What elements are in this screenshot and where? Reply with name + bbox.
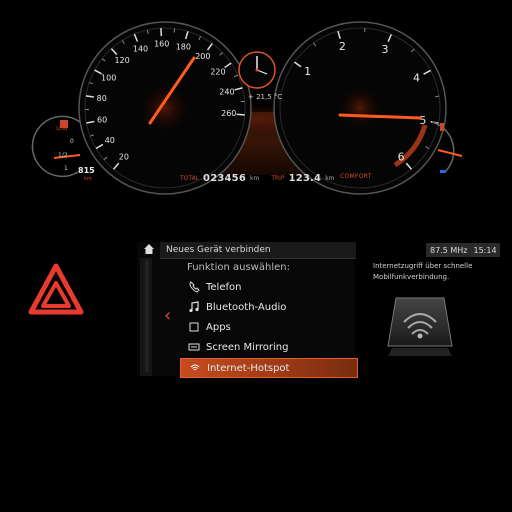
speedo-label: 100 [101,73,116,82]
radio-status: 87.5 MHz 15:14 [426,243,500,257]
speedo-label: 20 [119,153,129,162]
menu-item-label: Internet-Hotspot [207,362,290,374]
tachometer: 1 2 3 4 5 6 [273,21,447,195]
trip-value: 123.4 [288,172,322,184]
coolant-icon [440,123,444,131]
speedo-label: 180 [176,42,191,51]
svg-text:LOW: LOW [56,126,68,132]
back-chevron-icon[interactable]: ‹ [164,307,171,325]
fuel-tick-label: 1 [64,165,68,172]
odometer-value: 023456 [203,172,246,184]
menu-item-screen-mirroring[interactable]: Screen Mirroring [180,338,356,356]
speedo-label: 220 [210,68,225,77]
speedo-label: 80 [97,94,107,103]
speedo-label: 120 [114,56,129,65]
range-unit: km [84,176,92,182]
speedo-label: 260 [221,109,236,118]
hotspot-description: Internetzugriff über schnelle Mobilfunkv… [373,262,473,281]
speedo-label: 40 [105,136,115,145]
rpm-minor-tick [435,95,440,98]
coolant-needle [437,149,463,157]
hotspot-illustration-icon [387,297,453,356]
rpm-label: 6 [398,151,405,164]
music-note-icon [189,301,199,313]
trip-label: TRIP [271,174,285,182]
menu-item-bluetooth-audio[interactable]: Bluetooth-Audio [180,298,356,316]
speedo-label: 60 [97,116,107,125]
menu-item-internet-hotspot[interactable]: Internet-Hotspot [180,358,358,378]
menu-item-telefon[interactable]: Telefon [180,278,356,296]
menu-scrollbar[interactable] [145,260,149,372]
fuel-tick-label: 0 [70,138,74,145]
speedo-label: 140 [133,45,148,54]
phone-icon [189,281,200,293]
menu-item-label: Telefon [206,281,242,293]
odometer-label: TOTAL [180,174,200,182]
odometer-strip: TOTAL 023456 km TRIP 123.4 km [180,170,335,186]
analog-clock [238,51,276,89]
trip-unit: km [325,174,335,182]
speedometer: 20 40 60 80 100 120 140 160 180 200220 240 260 [78,21,252,195]
fuel-tick-label: 1/2 [58,152,68,159]
menu-item-label: Screen Mirroring [206,341,289,353]
rpm-label: 5 [419,114,426,127]
menu-item-label: Apps [206,321,231,333]
speedo-label: 240 [219,88,234,97]
rpm-label: 2 [339,40,346,53]
range-value: 815 [78,166,95,175]
menu-item-apps[interactable]: Apps [180,318,356,336]
wifi-hotspot-icon [190,364,200,371]
odometer-unit: km [250,174,260,182]
speedo-tick [236,113,245,116]
menu-subtitle: Funktion auswählen: [187,262,290,273]
speedo-label: 160 [154,40,169,49]
home-icon[interactable] [142,242,156,256]
clock-time: 15:14 [473,245,497,255]
drive-mode: COMFORT [340,173,372,180]
fuel-gauge: LOW 0 1/2 1 [31,115,81,178]
hazard-warning-icon[interactable] [28,263,84,315]
rpm-label: 4 [413,72,420,85]
speedo-label: 200 [195,52,210,61]
menu-title: Neues Gerät verbinden [166,245,271,255]
menu-item-label: Bluetooth-Audio [206,301,287,313]
apps-square-icon [189,322,199,332]
rpm-label: 3 [382,43,389,56]
screen-mirroring-icon [188,343,200,351]
radio-frequency: 87.5 MHz [430,245,468,255]
rpm-label: 1 [304,65,311,78]
outside-temperature: + 21,5 °C [248,93,283,101]
